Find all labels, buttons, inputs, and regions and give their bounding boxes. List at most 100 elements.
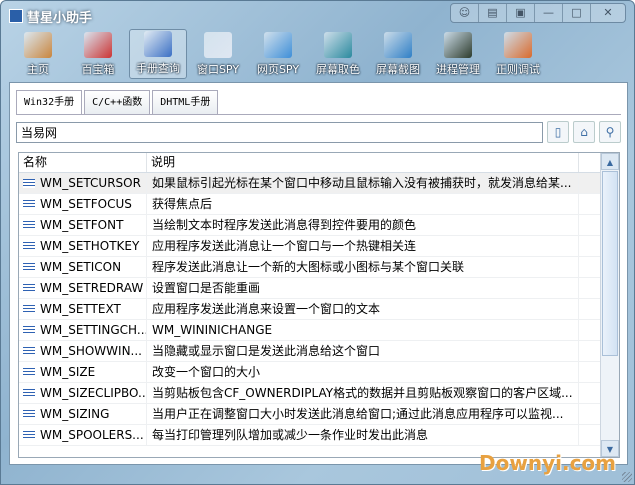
list-item-icon	[23, 178, 35, 188]
app-title: 彗星小助手	[27, 10, 93, 26]
list-item-icon	[23, 241, 35, 251]
description-cell: 每当打印管理列队增加或减少一条作业时发出此消息	[147, 425, 579, 445]
copy-button[interactable]: ▯	[547, 121, 569, 143]
name-cell: WM_SIZE	[19, 362, 147, 382]
message-name: WM_SETICON	[40, 260, 122, 274]
title-bar: 彗星小助手	[9, 7, 93, 26]
skin-icon[interactable]: ☺	[451, 4, 479, 22]
column-header-name[interactable]: 名称	[19, 153, 147, 172]
toolbar-button-1[interactable]: 百宝箱	[69, 29, 127, 79]
table-row[interactable]: WM_SETHOTKEY 应用程序发送此消息让一个窗口与一个热键相关连	[19, 236, 619, 257]
toolbar-button-0[interactable]: 主页	[9, 29, 67, 79]
monitor-scissors-icon	[384, 32, 412, 58]
tab-1[interactable]: C/C++函数	[84, 90, 151, 114]
description-cell: 当隐藏或显示窗口是发送此消息给这个窗口	[147, 341, 579, 361]
description-cell: 当绘制文本时程序发送此消息得到控件要用的颜色	[147, 215, 579, 235]
maximize-button[interactable]: □	[563, 4, 591, 22]
toolbar-button-4[interactable]: 网页SPY	[249, 29, 307, 79]
scroll-up-arrow-icon[interactable]: ▲	[601, 153, 619, 170]
window-controls: ☺ ▤ ▣ — □ ✕	[450, 3, 626, 23]
description-cell: WM_WININICHANGE	[147, 320, 579, 340]
message-name: WM_SPOOLERS...	[40, 428, 144, 442]
description-cell: 改变一个窗口的大小	[147, 362, 579, 382]
search-button[interactable]: ⚲	[599, 121, 621, 143]
watermark: Downyi.com	[479, 451, 616, 475]
name-cell: WM_SETFOCUS	[19, 194, 147, 214]
toolbar-label: 屏幕截图	[376, 63, 420, 76]
vertical-scrollbar[interactable]: ▲ ▼	[600, 153, 619, 457]
toolbar-label: 屏幕取色	[316, 63, 360, 76]
list-item-icon	[23, 220, 35, 230]
list-item-icon	[23, 430, 35, 440]
scroll-thumb[interactable]	[602, 171, 618, 356]
table-row[interactable]: WM_SIZECLIPBO... 当剪贴板包含CF_OWNERDIPLAY格式的数…	[19, 383, 619, 404]
toolbar-button-7[interactable]: 进程管理	[429, 29, 487, 79]
description-cell: 当剪贴板包含CF_OWNERDIPLAY格式的数据并且剪贴板观察窗口的客户区域.…	[147, 383, 579, 403]
toolbar-button-8[interactable]: 正则调试	[489, 29, 547, 79]
table-row[interactable]: WM_SETTINGCH... WM_WININICHANGE	[19, 320, 619, 341]
column-header-description[interactable]: 说明	[147, 153, 579, 172]
description-cell: 如果鼠标引起光标在某个窗口中移动且鼠标输入没有被捕获时，就发消息给某...	[147, 173, 579, 193]
table-row[interactable]: WM_SETICON 程序发送此消息让一个新的大图标或小图标与某个窗口关联	[19, 257, 619, 278]
mini-mode-icon[interactable]: ▣	[507, 4, 535, 22]
toolbar-label: 窗口SPY	[196, 63, 240, 76]
search-input[interactable]	[16, 122, 543, 143]
minimize-button[interactable]: —	[535, 4, 563, 22]
toolbar-label: 正则调试	[496, 63, 540, 76]
table-row[interactable]: WM_SIZING 当用户正在调整窗口大小时发送此消息给窗口;通过此消息应用程序可…	[19, 404, 619, 425]
list-item-icon	[23, 304, 35, 314]
list-item-icon	[23, 388, 35, 398]
cubes-icon	[84, 32, 112, 58]
table-row[interactable]: WM_SPOOLERS... 每当打印管理列队增加或减少一条作业时发出此消息	[19, 425, 619, 446]
name-cell: WM_SETFONT	[19, 215, 147, 235]
table-row[interactable]: WM_SETFONT 当绘制文本时程序发送此消息得到控件要用的颜色	[19, 215, 619, 236]
list-item-icon	[23, 325, 35, 335]
name-cell: WM_SHOWWIN...	[19, 341, 147, 361]
name-cell: WM_SETCURSOR	[19, 173, 147, 193]
message-name: WM_SIZECLIPBO...	[40, 386, 147, 400]
table-row[interactable]: WM_SETCURSOR 如果鼠标引起光标在某个窗口中移动且鼠标输入没有被捕获时，…	[19, 173, 619, 194]
message-name: WM_SETREDRAW	[40, 281, 144, 295]
description-cell: 程序发送此消息让一个新的大图标或小图标与某个窗口关联	[147, 257, 579, 277]
main-toolbar: 主页 百宝箱 手册查询 窗口SPY 网页SPY 屏幕取色 屏幕截图 进程管理 正则调试	[9, 29, 549, 79]
tab-0[interactable]: Win32手册	[16, 90, 83, 115]
app-logo-icon	[9, 9, 23, 23]
toolbar-button-6[interactable]: 屏幕截图	[369, 29, 427, 79]
message-name: WM_SHOWWIN...	[40, 344, 142, 358]
table-row[interactable]: WM_SHOWWIN... 当隐藏或显示窗口是发送此消息给这个窗口	[19, 341, 619, 362]
search-icon: ⚲	[605, 125, 615, 139]
menu-icon[interactable]: ▤	[479, 4, 507, 22]
toolbar-button-2[interactable]: 手册查询	[129, 29, 187, 79]
toolbar-button-3[interactable]: 窗口SPY	[189, 29, 247, 79]
process-gear-icon	[444, 32, 472, 58]
name-cell: WM_SETHOTKEY	[19, 236, 147, 256]
table-row[interactable]: WM_SETFOCUS 获得焦点后	[19, 194, 619, 215]
home-icon	[24, 32, 52, 58]
home-button[interactable]: ⌂	[573, 121, 595, 143]
home-icon: ⌂	[580, 125, 588, 139]
message-name: WM_SIZE	[40, 365, 96, 379]
description-cell: 设置窗口是否能重画	[147, 278, 579, 298]
list-header: 名称 说明	[19, 153, 619, 173]
table-row[interactable]: WM_SIZE 改变一个窗口的大小	[19, 362, 619, 383]
name-cell: WM_SETICON	[19, 257, 147, 277]
close-button[interactable]: ✕	[591, 4, 625, 22]
toolbar-label: 主页	[27, 63, 49, 76]
app-window: 彗星小助手 ☺ ▤ ▣ — □ ✕ 主页 百宝箱 手册查询 窗口SPY 网页SPY 屏幕取…	[0, 0, 635, 485]
message-name: WM_SETTINGCH...	[40, 323, 147, 337]
name-cell: WM_SIZING	[19, 404, 147, 424]
resize-grip[interactable]	[622, 472, 632, 482]
toolbar-button-5[interactable]: 屏幕取色	[309, 29, 367, 79]
tab-divider	[16, 114, 621, 115]
table-row[interactable]: WM_SETREDRAW 设置窗口是否能重画	[19, 278, 619, 299]
name-cell: WM_SPOOLERS...	[19, 425, 147, 445]
toolbar-label: 手册查询	[136, 62, 180, 75]
tab-2[interactable]: DHTML手册	[152, 90, 219, 114]
document-icon: ▯	[554, 125, 562, 139]
message-name: WM_SETCURSOR	[40, 176, 141, 190]
toolbar-label: 进程管理	[436, 63, 480, 76]
monitor-picker-icon	[324, 32, 352, 58]
name-cell: WM_SETREDRAW	[19, 278, 147, 298]
help-book-icon	[144, 31, 172, 57]
table-row[interactable]: WM_SETTEXT 应用程序发送此消息来设置一个窗口的文本	[19, 299, 619, 320]
